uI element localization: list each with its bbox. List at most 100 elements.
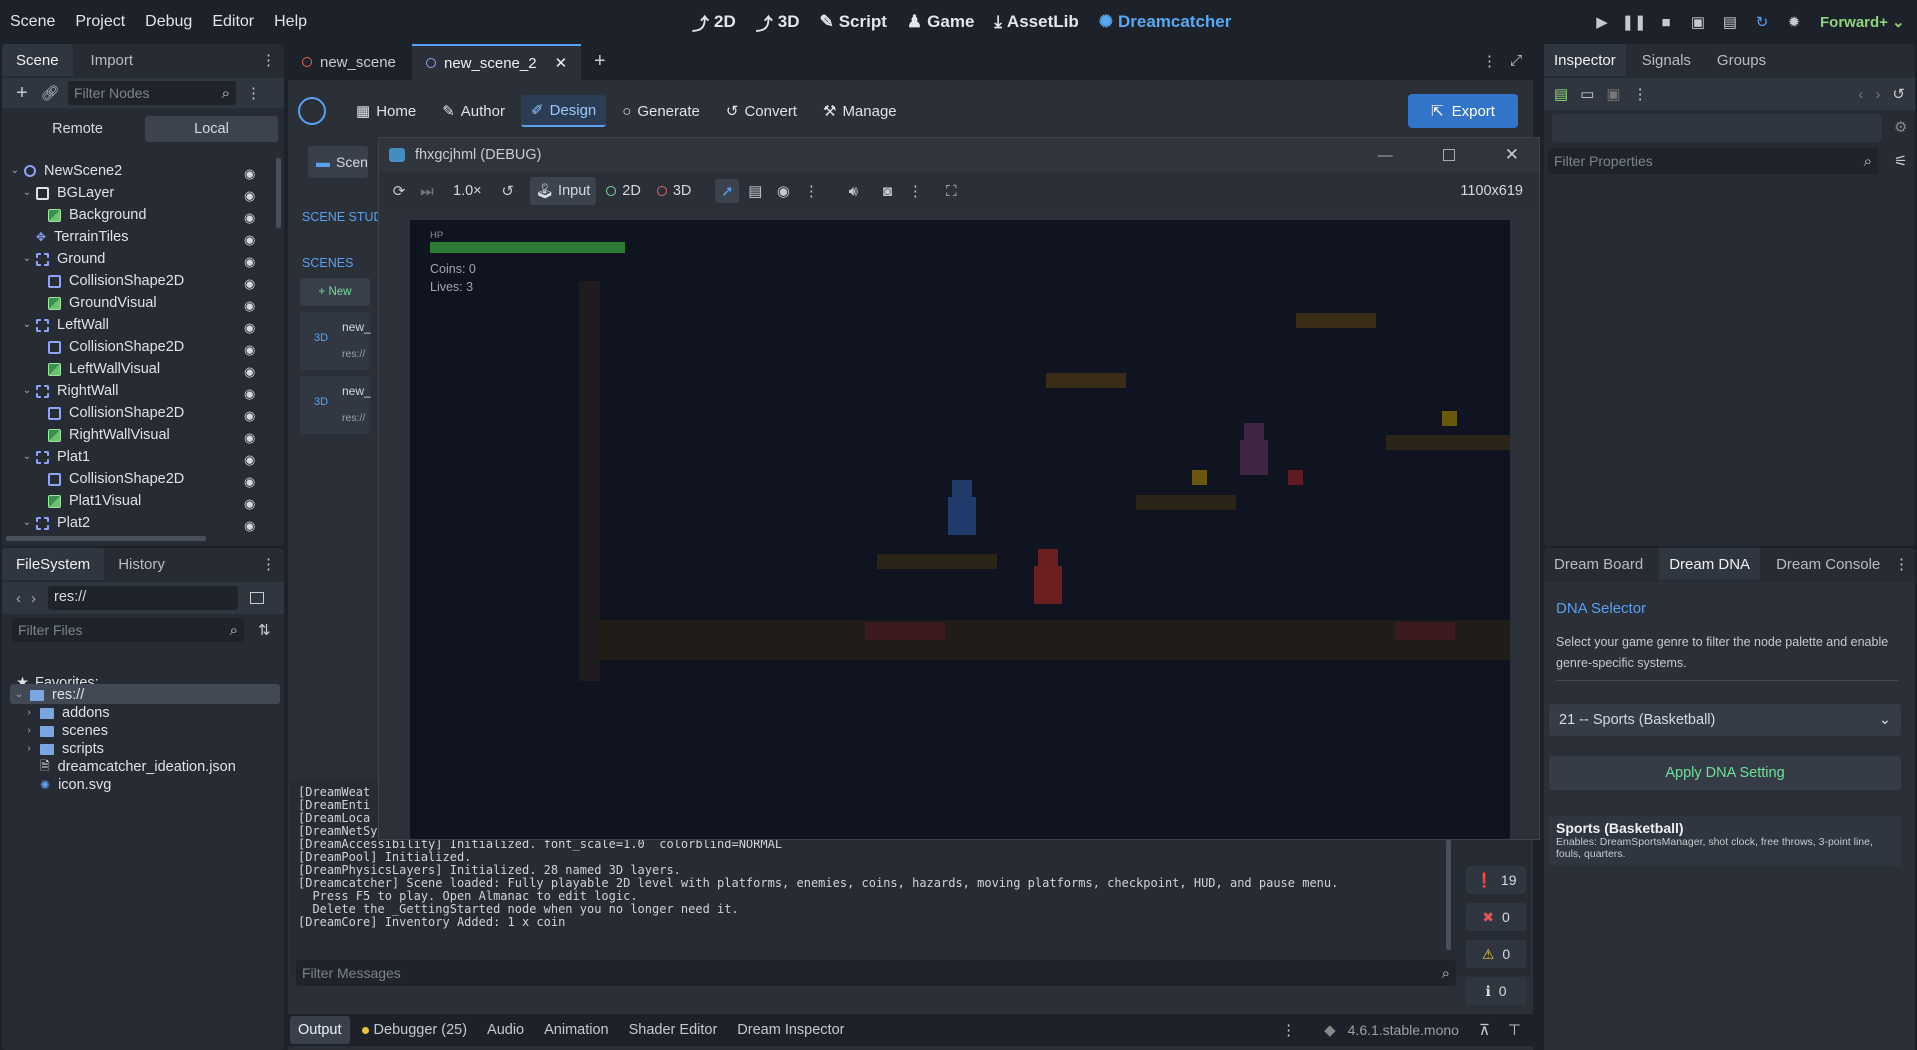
menu-debug[interactable]: Debug <box>135 0 202 44</box>
close-icon[interactable]: ✕ <box>1505 145 1519 165</box>
new-scene-button[interactable]: + New <box>300 278 370 306</box>
visibility-icon[interactable]: ◉ <box>771 179 795 203</box>
back-icon[interactable]: ‹ <box>1858 86 1863 103</box>
movie-icon[interactable]: ▤ <box>1718 10 1742 34</box>
convert-button[interactable]: ↺ Convert <box>716 95 807 127</box>
link-icon[interactable]: 🔗︎ <box>38 81 62 105</box>
visibility-eye-icon[interactable]: ◉ <box>244 298 258 313</box>
tree-node[interactable]: ⌄ RightWall ◉ <box>2 380 272 402</box>
tree-node[interactable]: CollisionShape2D ◉ <box>2 270 272 292</box>
tab-dream-board[interactable]: Dream Board <box>1544 548 1653 580</box>
scene-button[interactable]: ▬ Scen <box>308 146 368 178</box>
visibility-eye-icon[interactable]: ◉ <box>244 408 258 423</box>
tune-icon[interactable]: ⚟ <box>1894 152 1907 170</box>
expand-icon[interactable]: ⊤ <box>1508 1021 1521 1039</box>
kebab-icon[interactable]: ⋮ <box>1482 52 1497 70</box>
kebab-icon[interactable]: ⋮ <box>1894 555 1909 573</box>
filter-files-field[interactable]: Filter Files ⌕ <box>12 618 244 642</box>
workspace-assetlib[interactable]: ⤓ AssetLib <box>984 12 1088 32</box>
author-button[interactable]: ✎ Author <box>432 95 515 127</box>
tree-node[interactable]: ⌄ LeftWall ◉ <box>2 314 272 336</box>
tree-node[interactable]: CollisionShape2D ◉ <box>2 468 272 490</box>
visibility-eye-icon[interactable]: ◉ <box>244 430 258 445</box>
visibility-eye-icon[interactable]: ◉ <box>244 254 258 269</box>
fs-item[interactable]: ✺ icon.svg <box>24 774 111 796</box>
warning-count-badge[interactable]: ⚠ 0 <box>1466 940 1526 968</box>
tab-history[interactable]: History <box>104 548 179 580</box>
visibility-eye-icon[interactable]: ◉ <box>244 188 258 203</box>
visibility-eye-icon[interactable]: ◉ <box>244 276 258 291</box>
info-count-badge[interactable]: ℹ0 <box>1466 977 1526 1005</box>
visibility-eye-icon[interactable]: ◉ <box>244 496 258 511</box>
scrollbar[interactable] <box>276 158 281 228</box>
visibility-eye-icon[interactable]: ◉ <box>244 474 258 489</box>
scenes-tab[interactable]: SCENES <box>302 256 353 270</box>
menu-project[interactable]: Project <box>65 0 135 44</box>
chevron-down-icon[interactable]: ⌄ <box>22 320 32 330</box>
save-icon[interactable]: ▣ <box>1606 85 1620 103</box>
select-icon[interactable]: ➚ <box>715 179 740 203</box>
mode-2d-button[interactable]: 2D <box>600 183 647 199</box>
tab-groups[interactable]: Groups <box>1707 44 1776 76</box>
tree-node[interactable]: ✥ TerrainTiles ◉ <box>2 226 272 248</box>
kebab-icon[interactable]: ⋮ <box>799 179 823 203</box>
home-button[interactable]: ▦ Home <box>346 95 426 127</box>
chevron-down-icon[interactable]: ⌄ <box>22 518 32 528</box>
visibility-eye-icon[interactable]: ◉ <box>244 232 258 247</box>
back-icon[interactable]: ‹ <box>16 590 21 607</box>
filter-nodes-input[interactable]: Filter Nodes <box>74 85 222 101</box>
filter-nodes-field[interactable]: Filter Nodes ⌕ <box>68 81 236 105</box>
camera-icon[interactable]: ◙ <box>875 179 899 203</box>
audio-icon[interactable]: 🔊︎ <box>841 179 865 203</box>
visibility-eye-icon[interactable]: ◉ <box>244 364 258 379</box>
kebab-icon[interactable]: ⋮ <box>261 51 276 69</box>
kebab-icon[interactable]: ⋮ <box>261 555 276 573</box>
kebab-icon[interactable]: ⋮ <box>1633 85 1648 103</box>
object-settings-icon[interactable]: ⚙ <box>1894 118 1907 136</box>
chevron-down-icon[interactable]: ⌄ <box>10 166 20 176</box>
scene-tab-new-scene-2[interactable]: new_scene_2 ✕ <box>412 44 582 80</box>
forward-icon[interactable]: › <box>1875 86 1880 103</box>
tree-node[interactable]: Plat1Visual ◉ <box>2 490 272 512</box>
generate-button[interactable]: ○ Generate <box>612 95 710 127</box>
fullscreen-icon[interactable]: ⛶ <box>939 179 963 203</box>
tab-dream-dna[interactable]: Dream DNA <box>1659 548 1761 580</box>
visibility-eye-icon[interactable]: ◉ <box>244 452 258 467</box>
visibility-eye-icon[interactable]: ◉ <box>244 386 258 401</box>
manage-button[interactable]: ⚒ Manage <box>813 95 907 127</box>
forward-icon[interactable]: › <box>31 590 36 607</box>
play-icon[interactable]: ▶ <box>1590 10 1614 34</box>
tab-scene[interactable]: Scene <box>2 44 73 76</box>
filter-messages-field[interactable]: Filter Messages ⌕ <box>296 960 1456 986</box>
message-count-badge[interactable]: ❗ 19 <box>1466 866 1526 894</box>
open-folder-icon[interactable]: ▭ <box>1580 85 1594 103</box>
workspace-script[interactable]: ✎ Script <box>809 12 896 32</box>
tree-node[interactable]: Background ◉ <box>2 204 272 226</box>
stop-icon[interactable]: ■ <box>1654 10 1678 34</box>
filter-properties-field[interactable]: Filter Properties ⌕ <box>1548 148 1878 174</box>
chevron-right-icon[interactable]: › <box>24 726 34 736</box>
next-frame-icon[interactable]: ⏭ <box>415 179 439 203</box>
chevron-right-icon[interactable]: › <box>24 744 34 754</box>
tree-node[interactable]: ⌄ BGLayer ◉ <box>2 182 272 204</box>
workspace-3d[interactable]: ⤴ 3D <box>746 10 810 35</box>
minimize-icon[interactable]: — <box>1378 147 1393 164</box>
settings-icon[interactable]: ✹ <box>1782 10 1806 34</box>
scrollbar[interactable] <box>6 536 206 541</box>
chevron-down-icon[interactable]: ⌄ <box>22 188 32 198</box>
chevron-down-icon[interactable]: ⌄ <box>14 690 24 700</box>
tab-dream-inspector[interactable]: Dream Inspector <box>729 1016 852 1044</box>
suspend-icon[interactable]: ⟳ <box>387 179 411 203</box>
kebab-icon[interactable]: ⋮ <box>1281 1021 1296 1039</box>
apply-dna-button[interactable]: Apply DNA Setting <box>1549 756 1901 790</box>
workspace-2d[interactable]: ⤴ 2D <box>682 10 746 35</box>
speed-select[interactable]: 1.0× <box>453 183 482 199</box>
tree-node[interactable]: CollisionShape2D ◉ <box>2 402 272 424</box>
visibility-eye-icon[interactable]: ◉ <box>244 210 258 225</box>
tab-shader-editor[interactable]: Shader Editor <box>621 1016 726 1044</box>
close-icon[interactable]: ✕ <box>555 54 568 72</box>
tab-debugger[interactable]: Debugger (25) <box>354 1016 476 1044</box>
remote-debug-icon[interactable]: ▣ <box>1686 10 1710 34</box>
mode-3d-button[interactable]: 3D <box>651 183 698 199</box>
menu-editor[interactable]: Editor <box>202 0 264 44</box>
